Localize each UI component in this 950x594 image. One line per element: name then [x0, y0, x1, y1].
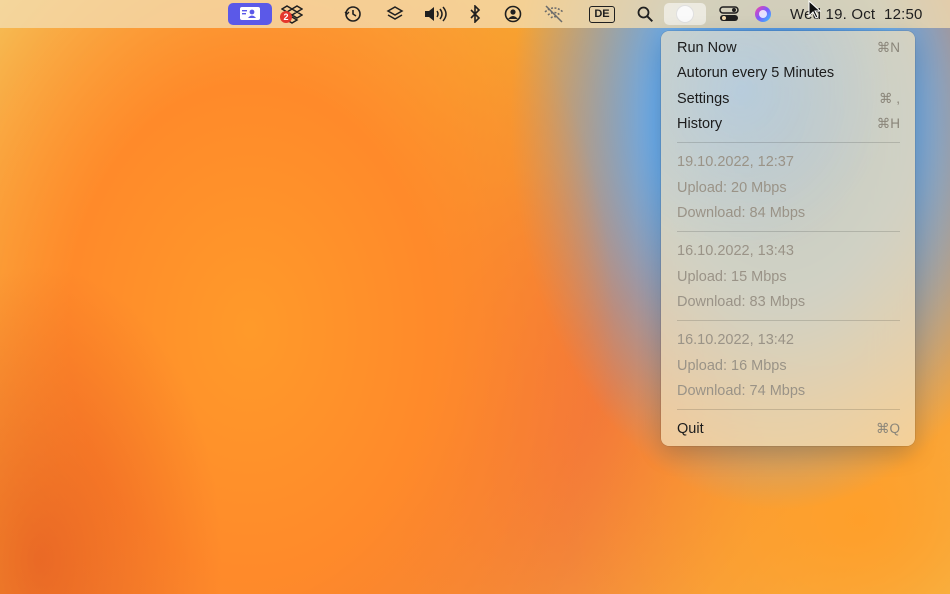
entry-upload-text: Upload: 20 Mbps: [677, 180, 787, 196]
notification-badge: 2: [280, 11, 292, 23]
menu-separator: [677, 409, 900, 410]
entry-download-text: Download: 83 Mbps: [677, 294, 806, 310]
entry-upload-text: Upload: 15 Mbps: [677, 269, 787, 285]
history-entry-date: 19.10.2022, 12:37: [677, 151, 900, 173]
siri-icon[interactable]: [753, 3, 773, 25]
keyboard-input-de[interactable]: DE: [589, 3, 615, 25]
history-entry-date: 16.10.2022, 13:42: [677, 329, 900, 351]
history-entry-download: Download: 84 Mbps: [677, 202, 900, 224]
menu-item-autorun[interactable]: Autorun every 5 Minutes: [677, 62, 900, 84]
entry-download-text: Download: 84 Mbps: [677, 205, 806, 221]
menu-item-run-now[interactable]: Run Now ⌘N: [677, 37, 900, 59]
dropbox-icon[interactable]: 2: [280, 3, 304, 25]
entry-date-text: 16.10.2022, 13:43: [677, 243, 794, 259]
user-account-icon[interactable]: [503, 3, 523, 25]
menu-separator: [677, 231, 900, 232]
menu-separator: [677, 320, 900, 321]
shortcut-label: ⌘Q: [875, 421, 900, 436]
entry-upload-text: Upload: 16 Mbps: [677, 358, 787, 374]
history-entry-download: Download: 74 Mbps: [677, 380, 900, 402]
search-icon[interactable]: [635, 3, 655, 25]
menu-item-quit[interactable]: Quit ⌘Q: [677, 418, 900, 440]
time-machine-icon[interactable]: [343, 3, 363, 25]
history-entry-download: Download: 83 Mbps: [677, 291, 900, 313]
history-entry-upload: Upload: 15 Mbps: [677, 266, 900, 288]
menu-item-history[interactable]: History ⌘H: [677, 113, 900, 135]
menu-item-label: Quit: [677, 421, 704, 437]
history-entry-upload: Upload: 16 Mbps: [677, 355, 900, 377]
control-center-icon[interactable]: [718, 3, 740, 25]
entry-date-text: 19.10.2022, 12:37: [677, 154, 794, 170]
entry-date-text: 16.10.2022, 13:42: [677, 332, 794, 348]
shortcut-label: ⌘ ,: [878, 91, 900, 106]
shortcuts-icon[interactable]: [385, 3, 405, 25]
menu-item-label: Settings: [677, 91, 730, 107]
wifi-off-icon[interactable]: [543, 3, 565, 25]
history-entry-date: 16.10.2022, 13:43: [677, 240, 900, 262]
menu-item-settings[interactable]: Settings ⌘ ,: [677, 88, 900, 110]
menu-separator: [677, 142, 900, 143]
shortcut-label: ⌘N: [876, 40, 900, 55]
speed-test-app-icon[interactable]: [664, 3, 706, 25]
user-card-icon[interactable]: [228, 3, 272, 25]
menu-item-label: Run Now: [677, 40, 737, 56]
shortcut-label: ⌘H: [876, 116, 900, 131]
bluetooth-icon[interactable]: [467, 3, 483, 25]
mouse-cursor-icon: [808, 0, 822, 25]
entry-download-text: Download: 74 Mbps: [677, 383, 806, 399]
input-source-label: DE: [589, 5, 615, 23]
speed-test-dropdown-menu: Run Now ⌘N Autorun every 5 Minutes Setti…: [661, 31, 915, 446]
volume-icon[interactable]: [422, 3, 448, 25]
menu-item-label: History: [677, 116, 723, 132]
menu-item-label: Autorun every 5 Minutes: [677, 65, 835, 81]
history-entry-upload: Upload: 20 Mbps: [677, 177, 900, 199]
